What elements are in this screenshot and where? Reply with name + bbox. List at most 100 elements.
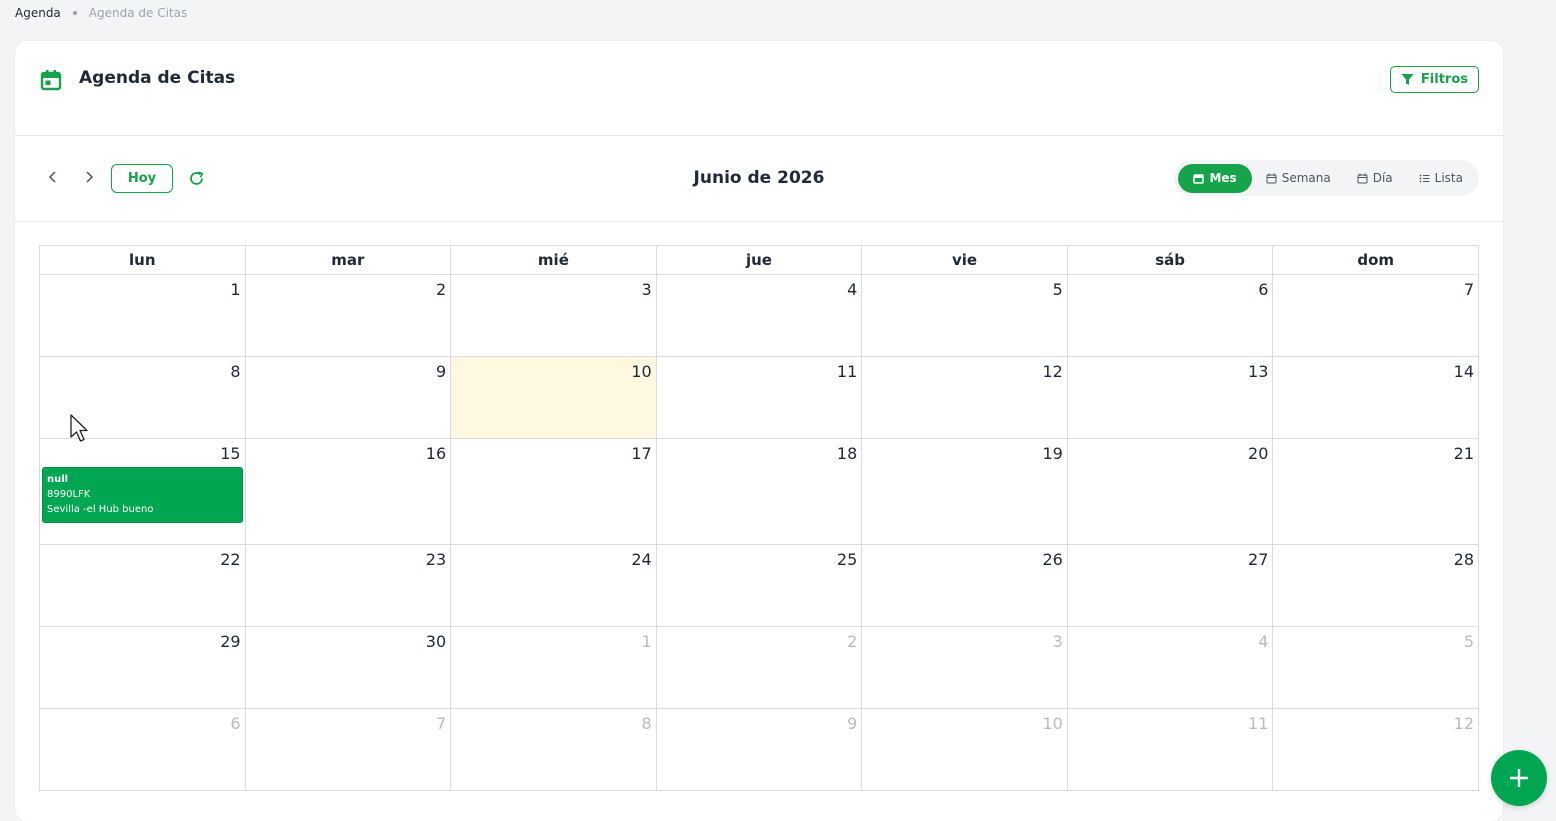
- day-cell[interactable]: 11: [655, 356, 863, 439]
- day-cell[interactable]: 11: [1066, 708, 1274, 791]
- breadcrumb-agenda[interactable]: Agenda: [15, 6, 61, 20]
- day-cell[interactable]: 13: [1066, 356, 1274, 439]
- weekday-header-row: lun mar mié jue vie sáb dom: [39, 245, 1479, 275]
- day-cell[interactable]: 4: [1066, 626, 1274, 709]
- day-cell[interactable]: 1: [39, 274, 246, 357]
- view-month-button[interactable]: Mes: [1178, 163, 1252, 193]
- day-cell[interactable]: 2: [655, 626, 863, 709]
- day-cell[interactable]: 12: [1272, 708, 1479, 791]
- day-number[interactable]: 1: [40, 275, 245, 299]
- day-number[interactable]: 18: [657, 439, 862, 463]
- prev-button[interactable]: [42, 166, 64, 188]
- day-cell[interactable]: 1: [450, 626, 657, 709]
- day-number[interactable]: 30: [246, 627, 451, 651]
- day-number[interactable]: 12: [1273, 709, 1478, 733]
- day-number[interactable]: 25: [657, 545, 862, 569]
- day-cell[interactable]: 8: [450, 708, 657, 791]
- day-cell[interactable]: 10: [861, 708, 1068, 791]
- day-cell[interactable]: 29: [39, 626, 246, 709]
- day-number[interactable]: 8: [40, 357, 245, 381]
- day-number[interactable]: 11: [1068, 709, 1273, 733]
- day-number[interactable]: 13: [1068, 357, 1273, 381]
- day-cell[interactable]: 6: [39, 708, 246, 791]
- day-number[interactable]: 7: [246, 709, 451, 733]
- today-button[interactable]: Hoy: [111, 164, 173, 193]
- day-number[interactable]: 4: [1068, 627, 1273, 651]
- refresh-icon[interactable]: [188, 170, 205, 187]
- day-number[interactable]: 26: [862, 545, 1067, 569]
- day-number[interactable]: 2: [657, 627, 862, 651]
- calendar-event[interactable]: null 8990LFK Sevilla -el Hub bueno: [42, 467, 243, 523]
- view-week-button[interactable]: Semana: [1254, 164, 1343, 193]
- day-cell[interactable]: 21: [1272, 438, 1479, 545]
- week-row: 6 7 8 9 10 11 12: [39, 708, 1479, 791]
- day-cell[interactable]: 5: [1272, 626, 1479, 709]
- day-number[interactable]: 19: [862, 439, 1067, 463]
- day-number[interactable]: 17: [451, 439, 656, 463]
- day-cell[interactable]: 19: [861, 438, 1068, 545]
- day-cell[interactable]: 30: [244, 626, 452, 709]
- day-number[interactable]: 16: [246, 439, 451, 463]
- day-cell[interactable]: 15 null 8990LFK Sevilla -el Hub bueno: [39, 438, 246, 545]
- day-cell[interactable]: 9: [655, 708, 863, 791]
- day-number[interactable]: 2: [246, 275, 451, 299]
- add-appointment-button[interactable]: [1491, 750, 1547, 806]
- day-number[interactable]: 5: [862, 275, 1067, 299]
- day-cell[interactable]: 16: [244, 438, 452, 545]
- day-number[interactable]: 8: [451, 709, 656, 733]
- day-number[interactable]: 1: [451, 627, 656, 651]
- day-cell[interactable]: 27: [1066, 544, 1274, 627]
- day-cell[interactable]: 28: [1272, 544, 1479, 627]
- day-number[interactable]: 27: [1068, 545, 1273, 569]
- day-number[interactable]: 7: [1273, 275, 1478, 299]
- day-cell[interactable]: 2: [244, 274, 452, 357]
- day-cell[interactable]: 17: [450, 438, 657, 545]
- day-number[interactable]: 11: [657, 357, 862, 381]
- day-number[interactable]: 29: [40, 627, 245, 651]
- day-cell[interactable]: 3: [861, 626, 1068, 709]
- day-number[interactable]: 10: [862, 709, 1067, 733]
- day-cell[interactable]: 9: [244, 356, 452, 439]
- day-number[interactable]: 6: [40, 709, 245, 733]
- view-day-button[interactable]: Día: [1345, 164, 1405, 193]
- day-cell[interactable]: 3: [450, 274, 657, 357]
- day-cell[interactable]: 18: [655, 438, 863, 545]
- day-cell[interactable]: 24: [450, 544, 657, 627]
- day-number[interactable]: 14: [1273, 357, 1478, 381]
- day-cell[interactable]: 25: [655, 544, 863, 627]
- day-number[interactable]: 28: [1273, 545, 1478, 569]
- day-cell[interactable]: 23: [244, 544, 452, 627]
- view-list-button[interactable]: Lista: [1407, 164, 1475, 193]
- day-cell[interactable]: 7: [1272, 274, 1479, 357]
- day-cell[interactable]: 10: [450, 356, 657, 439]
- day-number[interactable]: 24: [451, 545, 656, 569]
- day-cell[interactable]: 20: [1066, 438, 1274, 545]
- day-number[interactable]: 9: [657, 709, 862, 733]
- day-cell[interactable]: 6: [1066, 274, 1274, 357]
- filters-button[interactable]: Filtros: [1389, 66, 1479, 93]
- day-number[interactable]: 15: [40, 439, 245, 463]
- day-cell[interactable]: 26: [861, 544, 1068, 627]
- day-cell[interactable]: 7: [244, 708, 452, 791]
- day-number[interactable]: 22: [40, 545, 245, 569]
- day-cell[interactable]: 8: [39, 356, 246, 439]
- week-row: 29 30 1 2 3 4 5: [39, 626, 1479, 709]
- day-number[interactable]: 20: [1068, 439, 1273, 463]
- day-number[interactable]: 3: [451, 275, 656, 299]
- day-number[interactable]: 23: [246, 545, 451, 569]
- day-number[interactable]: 5: [1273, 627, 1478, 651]
- day-cell[interactable]: 12: [861, 356, 1068, 439]
- day-number[interactable]: 12: [862, 357, 1067, 381]
- day-number[interactable]: 4: [657, 275, 862, 299]
- day-number[interactable]: 3: [862, 627, 1067, 651]
- calendar-week-icon: [1266, 173, 1277, 183]
- day-cell[interactable]: 22: [39, 544, 246, 627]
- day-cell[interactable]: 5: [861, 274, 1068, 357]
- next-button[interactable]: [78, 166, 100, 188]
- day-number[interactable]: 6: [1068, 275, 1273, 299]
- day-number[interactable]: 21: [1273, 439, 1478, 463]
- day-cell[interactable]: 4: [655, 274, 863, 357]
- day-number[interactable]: 10: [451, 357, 656, 381]
- day-cell[interactable]: 14: [1272, 356, 1479, 439]
- day-number[interactable]: 9: [246, 357, 451, 381]
